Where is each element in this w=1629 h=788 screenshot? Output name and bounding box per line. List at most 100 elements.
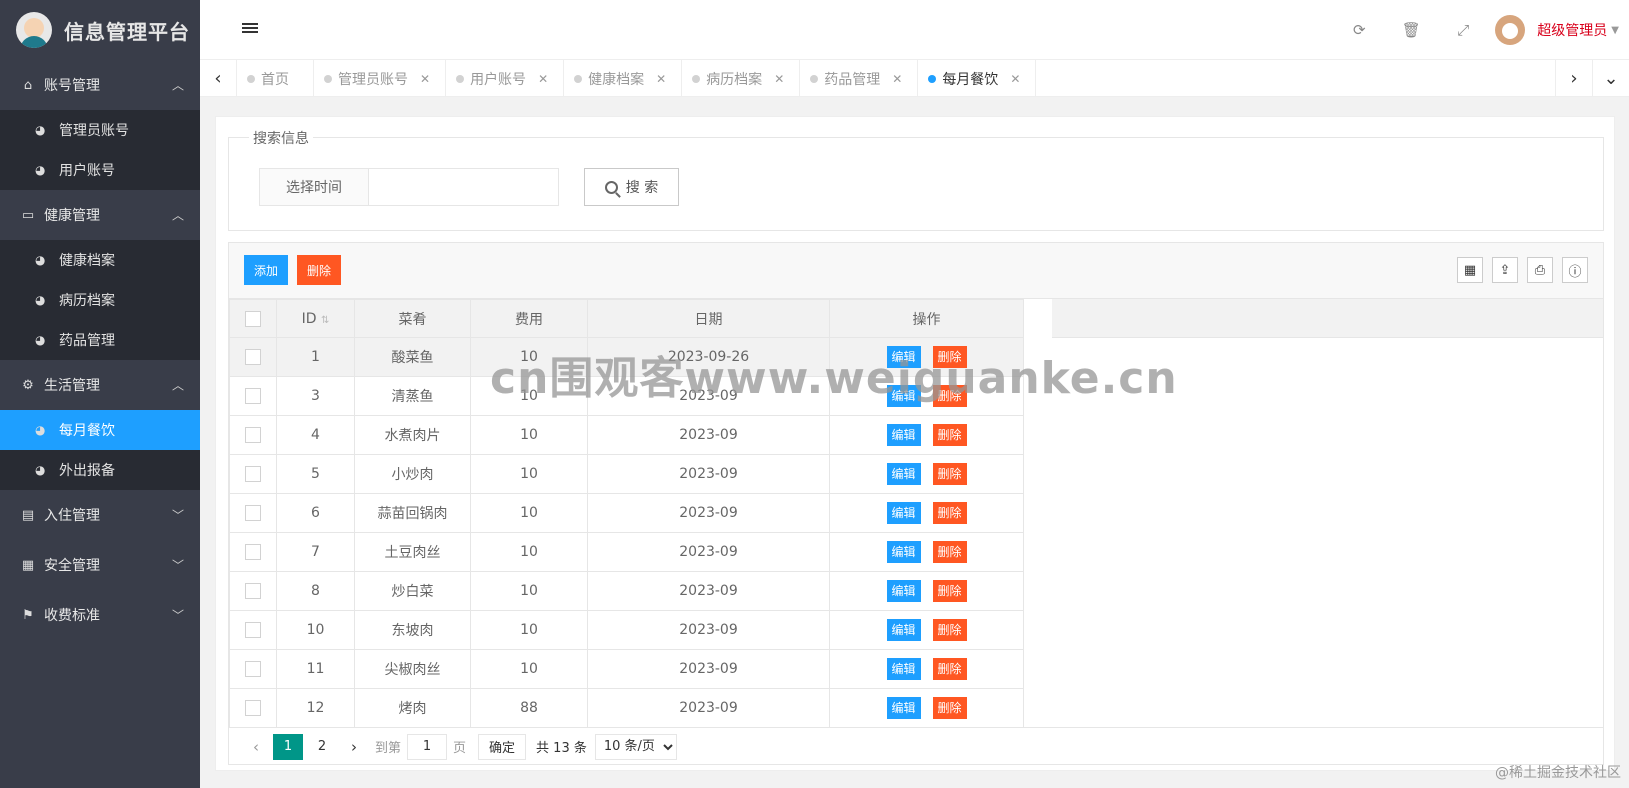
- sidebar-group-header[interactable]: ⌂ 账号管理 ︿: [0, 60, 200, 110]
- info-icon[interactable]: ⓘ: [1562, 257, 1588, 283]
- cell-date: 2023-09: [587, 571, 830, 611]
- table-row[interactable]: 7 土豆肉丝 10 2023-09 编辑 删除: [229, 532, 1024, 572]
- row-delete-button[interactable]: 删除: [932, 658, 967, 680]
- tabs-prev-icon[interactable]: ‹: [200, 60, 237, 97]
- row-delete-button[interactable]: 删除: [932, 424, 967, 446]
- prev-page-icon[interactable]: ‹: [241, 738, 271, 756]
- edit-button[interactable]: 编辑: [886, 541, 921, 563]
- row-checkbox[interactable]: [245, 583, 261, 599]
- tab[interactable]: 药品管理 ✕: [800, 60, 919, 97]
- row-checkbox[interactable]: [245, 466, 261, 482]
- row-delete-button[interactable]: 删除: [932, 580, 967, 602]
- close-icon[interactable]: ✕: [892, 72, 902, 86]
- sidebar-item[interactable]: ◕ 健康档案: [0, 240, 200, 280]
- edit-button[interactable]: 编辑: [886, 463, 921, 485]
- caret-down-icon[interactable]: ▼: [1611, 25, 1619, 36]
- column-header: 日期: [587, 299, 830, 338]
- tabs-menu-icon[interactable]: ⌄: [1592, 60, 1629, 97]
- tab[interactable]: 病历档案 ✕: [682, 60, 801, 97]
- edit-button[interactable]: 编辑: [886, 619, 921, 641]
- user-name[interactable]: 超级管理员: [1537, 20, 1607, 40]
- row-checkbox[interactable]: [245, 700, 261, 716]
- goto-page-input[interactable]: [407, 733, 448, 760]
- table-row[interactable]: 4 水煮肉片 10 2023-09 编辑 删除: [229, 415, 1024, 455]
- row-delete-button[interactable]: 删除: [932, 463, 967, 485]
- column-header[interactable]: ID ⇅: [276, 299, 355, 338]
- delete-button[interactable]: 删除: [297, 255, 341, 285]
- sidebar-group-header[interactable]: ▭ 健康管理 ︿: [0, 190, 200, 240]
- edit-button[interactable]: 编辑: [886, 580, 921, 602]
- sidebar-item[interactable]: ◕ 每月餐饮: [0, 410, 200, 450]
- trash-icon[interactable]: 🗑: [1385, 21, 1437, 39]
- goto-confirm-button[interactable]: 确定: [478, 733, 527, 760]
- edit-button[interactable]: 编辑: [886, 502, 921, 524]
- table-row[interactable]: 3 清蒸鱼 10 2023-09 编辑 删除: [229, 376, 1024, 416]
- tab[interactable]: 首页: [237, 60, 314, 97]
- columns-filter-icon[interactable]: ▦: [1457, 257, 1483, 283]
- sidebar-item[interactable]: ◕ 用户账号: [0, 150, 200, 190]
- sidebar-item[interactable]: ◕ 外出报备: [0, 450, 200, 490]
- close-icon[interactable]: ✕: [1010, 72, 1020, 86]
- tab[interactable]: 每月餐饮 ✕: [918, 60, 1037, 97]
- pagination: ‹ 1 2 › 到第 页 确定 共 13 条 10 条/页: [229, 727, 1603, 765]
- row-checkbox[interactable]: [245, 349, 261, 365]
- menu-toggle-icon[interactable]: [242, 21, 258, 37]
- close-icon[interactable]: ✕: [774, 72, 784, 86]
- page-number[interactable]: 2: [307, 734, 337, 760]
- next-page-icon[interactable]: ›: [339, 738, 369, 756]
- avatar[interactable]: [1495, 15, 1526, 45]
- row-delete-button[interactable]: 删除: [932, 541, 967, 563]
- cell-id: 4: [276, 415, 355, 455]
- row-delete-button[interactable]: 删除: [932, 619, 967, 641]
- close-icon[interactable]: ✕: [538, 72, 548, 86]
- tab[interactable]: 管理员账号 ✕: [314, 60, 447, 97]
- row-checkbox[interactable]: [245, 427, 261, 443]
- edit-button[interactable]: 编辑: [886, 424, 921, 446]
- row-delete-button[interactable]: 删除: [932, 697, 967, 719]
- fullscreen-icon[interactable]: ⤢: [1437, 21, 1489, 39]
- row-checkbox[interactable]: [245, 661, 261, 677]
- search-button[interactable]: 搜 索: [584, 168, 679, 206]
- sidebar-group: ▦ 安全管理 ﹀: [0, 540, 200, 590]
- sort-icon[interactable]: ⇅: [321, 315, 329, 326]
- table-row[interactable]: 6 蒜苗回锅肉 10 2023-09 编辑 删除: [229, 493, 1024, 533]
- table-row[interactable]: 5 小炒肉 10 2023-09 编辑 删除: [229, 454, 1024, 494]
- edit-button[interactable]: 编辑: [886, 697, 921, 719]
- row-checkbox[interactable]: [245, 388, 261, 404]
- table-row[interactable]: 8 炒白菜 10 2023-09 编辑 删除: [229, 571, 1024, 611]
- row-delete-button[interactable]: 删除: [932, 385, 967, 407]
- sidebar-item[interactable]: ◕ 管理员账号: [0, 110, 200, 150]
- close-icon[interactable]: ✕: [420, 72, 430, 86]
- table-row[interactable]: 11 尖椒肉丝 10 2023-09 编辑 删除: [229, 649, 1024, 689]
- table-row[interactable]: 12 烤肉 88 2023-09 编辑 删除: [229, 688, 1024, 728]
- print-icon[interactable]: ⎙: [1527, 257, 1553, 283]
- sidebar-group-header[interactable]: ▤ 入住管理 ﹀: [0, 490, 200, 540]
- sidebar-item[interactable]: ◕ 药品管理: [0, 320, 200, 360]
- sidebar-group-header[interactable]: ⚑ 收费标准 ﹀: [0, 590, 200, 640]
- row-checkbox[interactable]: [245, 505, 261, 521]
- row-delete-button[interactable]: 删除: [932, 502, 967, 524]
- sidebar-item[interactable]: ◕ 病历档案: [0, 280, 200, 320]
- sidebar-group-header[interactable]: ▦ 安全管理 ﹀: [0, 540, 200, 590]
- table-row[interactable]: 10 东坡肉 10 2023-09 编辑 删除: [229, 610, 1024, 650]
- row-delete-button[interactable]: 删除: [932, 346, 967, 368]
- sidebar-group-header[interactable]: ⚙ 生活管理 ︿: [0, 360, 200, 410]
- row-checkbox[interactable]: [245, 622, 261, 638]
- refresh-icon[interactable]: ⟳: [1333, 21, 1385, 39]
- edit-button[interactable]: 编辑: [886, 658, 921, 680]
- edit-button[interactable]: 编辑: [886, 346, 921, 368]
- table-toolbar: 添加 删除 ▦ ⇪ ⎙ ⓘ: [229, 243, 1603, 299]
- edit-button[interactable]: 编辑: [886, 385, 921, 407]
- tab[interactable]: 用户账号 ✕: [446, 60, 565, 97]
- table-row[interactable]: 1 酸菜鱼 10 2023-09-26 编辑 删除: [229, 337, 1024, 377]
- tabs-next-icon[interactable]: ›: [1555, 60, 1592, 97]
- page-number[interactable]: 1: [273, 733, 303, 760]
- page-size-select[interactable]: 10 条/页: [594, 733, 677, 760]
- tab[interactable]: 健康档案 ✕: [564, 60, 683, 97]
- select-all-checkbox[interactable]: [245, 310, 261, 327]
- row-checkbox[interactable]: [245, 544, 261, 560]
- export-icon[interactable]: ⇪: [1492, 257, 1518, 283]
- close-icon[interactable]: ✕: [656, 72, 666, 86]
- date-input[interactable]: [369, 168, 559, 206]
- add-button[interactable]: 添加: [244, 255, 288, 285]
